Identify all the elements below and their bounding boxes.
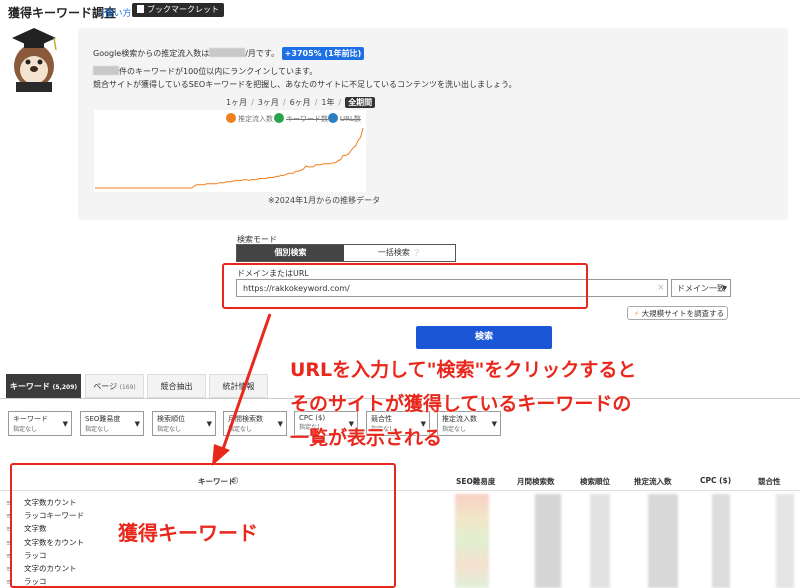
filter-monthly-volume[interactable]: 月間検索数指定なし ▼ xyxy=(223,411,287,436)
filter-volume-value: 指定なし xyxy=(228,426,253,433)
chart-plot xyxy=(95,127,364,189)
annotation-keywords-label: 獲得キーワード xyxy=(118,521,258,545)
tab-bulk-label: 一括検索 xyxy=(377,248,410,257)
period-3m[interactable]: 3ヶ月 xyxy=(258,98,279,107)
traffic-prefix: Google検索からの推定流入数は xyxy=(93,49,210,58)
match-type-value: ドメイン一致 xyxy=(677,284,725,293)
annotation-line-3: 一覧が表示される xyxy=(290,427,443,449)
blurred-cpc-column xyxy=(712,494,730,588)
blurred-traffic-value xyxy=(209,48,246,57)
filter-seo-value: 指定なし xyxy=(85,426,110,433)
blurred-seo-column xyxy=(455,494,489,588)
summary-description: 競合サイトが獲得しているSEOキーワードを把握し、あなたのサイトに不足しているコ… xyxy=(93,80,517,89)
keyword-count-suffix: 件のキーワードが100位以内にランクインしています。 xyxy=(119,67,318,76)
tab-pages-label: ページ xyxy=(93,382,118,391)
bolt-icon: ⚡ xyxy=(634,309,640,318)
tab-pages-count: (169) xyxy=(119,384,136,391)
period-1y[interactable]: 1年 xyxy=(321,98,334,107)
series-line-traffic xyxy=(95,127,364,189)
annotation-text: URLを入力して"検索"をクリックすると そのサイトが獲得しているキーワードの … xyxy=(290,353,636,455)
clear-icon[interactable]: × xyxy=(657,283,665,293)
traffic-summary: Google検索からの推定流入数は/月です。 +3705% (1年前比) xyxy=(93,47,365,60)
tab-keywords[interactable]: キーワード (5,209) xyxy=(6,374,81,398)
large-site-label: 大規模サイトを調査する xyxy=(641,309,725,318)
bookmarklet-button[interactable]: ブックマークレット xyxy=(132,3,224,17)
search-button[interactable]: 検索 xyxy=(416,326,552,349)
growth-badge: +3705% (1年前比) xyxy=(281,47,365,60)
filter-rank[interactable]: 検索順位指定なし ▼ xyxy=(152,411,216,436)
chevron-down-icon: ▼ xyxy=(62,420,68,428)
traffic-suffix: /月です。 xyxy=(245,49,280,58)
traffic-chart: 推定流入数 キーワード数 URL数 xyxy=(94,110,366,192)
annotation-line-1: URLを入力して"検索"をクリックすると xyxy=(290,359,637,381)
tab-pages[interactable]: ページ (169) xyxy=(85,374,144,398)
chevron-down-icon: ▼ xyxy=(206,420,212,428)
tab-competitor-extraction[interactable]: 競合抽出 xyxy=(147,374,206,398)
period-all[interactable]: 全期間 xyxy=(345,97,376,108)
mascot-otter-image xyxy=(12,28,57,92)
annotation-line-2: そのサイトが獲得しているキーワードの xyxy=(290,393,632,415)
blurred-rank-column xyxy=(590,494,610,588)
bookmark-icon xyxy=(137,5,144,13)
highlight-box-url xyxy=(222,263,588,309)
chart-note: ※2024年1月からの推移データ xyxy=(268,196,381,205)
col-rank[interactable]: 検索順位 xyxy=(580,476,610,487)
tab-bulk-search[interactable]: 一括検索 ❔ xyxy=(344,245,455,261)
tab-keywords-label: キーワード xyxy=(9,382,50,391)
col-cpc[interactable]: CPC ($) xyxy=(700,476,731,485)
filter-seo-difficulty[interactable]: SEO難易度 指定なし ▼ xyxy=(80,411,144,436)
filter-seo-label: SEO難易度 xyxy=(85,415,121,423)
filter-keyword-value: 指定なし xyxy=(13,426,38,433)
chevron-down-icon: ▼ xyxy=(722,285,727,292)
col-competition[interactable]: 競合性 xyxy=(758,476,781,487)
chevron-down-icon: ▼ xyxy=(134,420,140,428)
blurred-keyword-count xyxy=(93,66,119,75)
blurred-traffic-column xyxy=(648,494,678,588)
chevron-down-icon: ▼ xyxy=(277,420,283,428)
search-mode-tabs: 個別検索 一括検索 ❔ xyxy=(236,244,456,262)
col-seo-difficulty[interactable]: SEO難易度 xyxy=(456,476,495,487)
filter-keyword[interactable]: キーワード指定なし ▼ xyxy=(8,411,72,436)
tab-statistics[interactable]: 統計情報 xyxy=(209,374,268,398)
col-monthly-volume[interactable]: 月間検索数 xyxy=(517,476,555,487)
keyword-count-summary: 件のキーワードが100位以内にランクインしています。 xyxy=(93,66,317,77)
page-title: 獲得キーワード調査 xyxy=(8,6,117,20)
info-icon: ❔ xyxy=(412,249,422,257)
tab-keywords-count: (5,209) xyxy=(52,384,78,391)
filter-keyword-label: キーワード xyxy=(13,415,48,423)
col-estimated-traffic[interactable]: 推定流入数 xyxy=(634,476,672,487)
period-1m[interactable]: 1ヶ月 xyxy=(226,98,247,107)
period-selector: 1ヶ月/3ヶ月/6ヶ月/1年 / 全期間 xyxy=(226,97,376,108)
filter-rank-value: 指定なし xyxy=(157,426,182,433)
filter-volume-label: 月間検索数 xyxy=(228,415,263,423)
usage-link[interactable]: (使い方) xyxy=(101,6,135,19)
large-site-button[interactable]: ⚡ 大規模サイトを調査する xyxy=(627,306,728,320)
blurred-volume-column xyxy=(535,494,561,588)
bookmarklet-label: ブックマークレット xyxy=(147,5,219,14)
tab-individual-search[interactable]: 個別検索 xyxy=(237,245,344,261)
blurred-competition-column xyxy=(776,494,794,588)
filter-rank-label: 検索順位 xyxy=(157,415,185,423)
match-type-select[interactable]: ドメイン一致 ▼ xyxy=(671,279,731,297)
period-6m[interactable]: 6ヶ月 xyxy=(290,98,311,107)
